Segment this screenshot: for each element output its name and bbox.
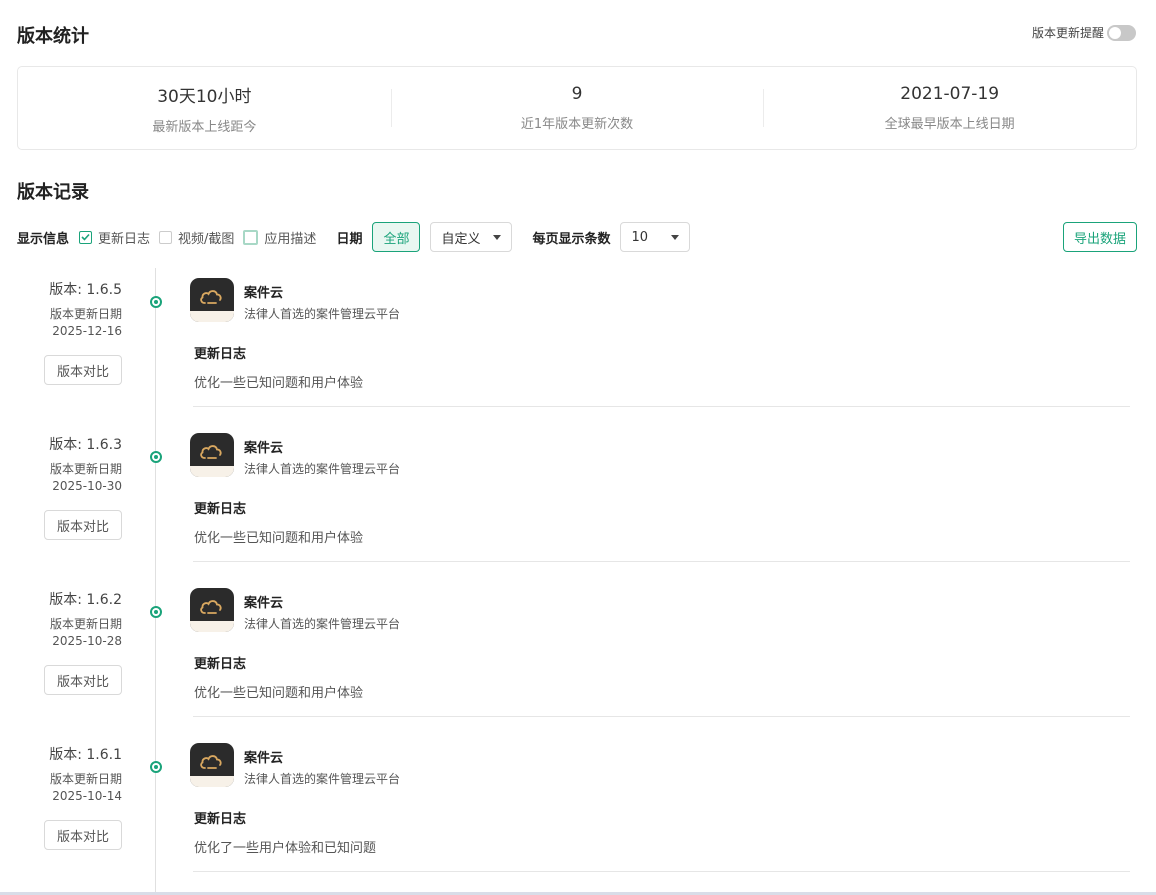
date-label: 日期 xyxy=(336,231,363,247)
stat-label: 近1年版本更新次数 xyxy=(520,117,634,132)
timeline-dot xyxy=(150,296,162,308)
caret-down-icon xyxy=(493,234,502,240)
app-icon-band xyxy=(190,621,234,632)
records-section-title: 版本记录 xyxy=(17,182,89,203)
changelog-text: 优化一些已知问题和用户体验 xyxy=(194,531,364,546)
stats-card: 30天10小时 最新版本上线距今 9 近1年版本更新次数 2021-07-19 … xyxy=(17,66,1137,150)
caret-down-icon xyxy=(671,234,680,240)
stat-label: 最新版本上线距今 xyxy=(152,119,257,135)
date-custom-value: 自定义 xyxy=(441,231,481,247)
stat-update-count: 9 近1年版本更新次数 xyxy=(390,67,764,149)
per-page-label: 每页显示条数 xyxy=(532,231,611,247)
date-custom-dropdown[interactable]: 自定义 xyxy=(430,222,513,252)
changelog-title: 更新日志 xyxy=(194,502,247,517)
version-date: 2025-10-30 xyxy=(52,479,122,493)
version-compare-button[interactable]: 版本对比 xyxy=(44,510,122,540)
version-date-label: 版本更新日期 xyxy=(49,772,122,786)
changelog-text: 优化了一些用户体验和已知问题 xyxy=(194,841,377,856)
app-icon xyxy=(190,433,234,477)
version-date: 2025-12-16 xyxy=(52,324,122,338)
app-name: 案件云 xyxy=(244,596,284,611)
timeline-dot xyxy=(150,606,162,618)
version-number: 版本: 1.6.1 xyxy=(49,747,122,763)
filter-bar: 显示信息 更新日志 视频/截图 应用描述 日期 全部 自定义 每页显示条数 10… xyxy=(17,222,1137,252)
checkbox-changelog[interactable]: 更新日志 xyxy=(79,228,150,247)
per-page-value: 10 xyxy=(631,229,649,245)
app-icon xyxy=(190,743,234,787)
cloud-icon xyxy=(200,290,222,304)
changelog-text: 优化一些已知问题和用户体验 xyxy=(194,376,364,391)
version-date-label: 版本更新日期 xyxy=(49,617,122,631)
checkbox-label: 更新日志 xyxy=(98,231,151,247)
update-reminder-label: 版本更新提醒 xyxy=(1031,26,1104,40)
app-name: 案件云 xyxy=(244,286,284,301)
app-subtitle: 法律人首选的案件管理云平台 xyxy=(244,772,401,786)
cloud-icon xyxy=(200,755,222,769)
version-date: 2025-10-28 xyxy=(52,634,122,648)
version-number: 版本: 1.6.2 xyxy=(49,592,122,608)
version-entry: 版本: 1.6.2 版本更新日期 2025-10-28 版本对比 案件云 法律人… xyxy=(0,578,1156,733)
app-icon xyxy=(190,588,234,632)
stat-latest-online: 30天10小时 最新版本上线距今 xyxy=(18,67,391,149)
app-subtitle: 法律人首选的案件管理云平台 xyxy=(244,462,401,476)
stat-label: 全球最早版本上线日期 xyxy=(884,117,1015,132)
checkbox-description[interactable]: 应用描述 xyxy=(243,228,316,247)
entry-divider xyxy=(193,716,1130,717)
date-all-button[interactable]: 全部 xyxy=(372,222,421,252)
version-date-label: 版本更新日期 xyxy=(49,462,122,476)
per-page-select[interactable]: 10 xyxy=(620,222,691,252)
changelog-title: 更新日志 xyxy=(194,812,247,827)
app-icon-band xyxy=(190,776,234,787)
version-number: 版本: 1.6.3 xyxy=(49,437,122,453)
app-icon-band xyxy=(190,311,234,322)
version-date: 2025-10-14 xyxy=(52,789,122,803)
cloud-icon xyxy=(200,445,222,459)
update-reminder-toggle[interactable] xyxy=(1107,24,1136,41)
checkbox-media[interactable]: 视频/截图 xyxy=(159,228,234,247)
stat-value: 2021-07-19 xyxy=(900,84,1000,104)
version-entry: 版本: 1.6.1 版本更新日期 2025-10-14 版本对比 案件云 法律人… xyxy=(0,733,1156,888)
version-compare-button[interactable]: 版本对比 xyxy=(44,355,122,385)
changelog-title: 更新日志 xyxy=(194,657,247,672)
timeline-dot xyxy=(150,761,162,773)
entry-divider xyxy=(193,561,1130,562)
display-info-label: 显示信息 xyxy=(17,231,70,247)
app-name: 案件云 xyxy=(244,751,284,766)
entry-divider xyxy=(193,406,1130,407)
version-number: 版本: 1.6.5 xyxy=(49,282,122,298)
timeline-dot xyxy=(150,451,162,463)
app-icon-band xyxy=(190,466,234,477)
checkbox-label: 应用描述 xyxy=(264,231,317,247)
cloud-icon xyxy=(200,600,222,614)
stat-value: 30天10小时 xyxy=(157,86,252,107)
stat-value: 9 xyxy=(571,84,583,104)
app-name: 案件云 xyxy=(244,441,284,456)
version-entry: 版本: 1.6.3 版本更新日期 2025-10-30 版本对比 案件云 法律人… xyxy=(0,423,1156,578)
changelog-text: 优化一些已知问题和用户体验 xyxy=(194,686,364,701)
app-subtitle: 法律人首选的案件管理云平台 xyxy=(244,307,401,321)
version-date-label: 版本更新日期 xyxy=(49,307,122,321)
app-subtitle: 法律人首选的案件管理云平台 xyxy=(244,617,401,631)
checkbox-checked-icon xyxy=(79,230,93,244)
stats-section-title: 版本统计 xyxy=(17,26,89,47)
entry-divider xyxy=(193,871,1130,872)
app-icon xyxy=(190,278,234,322)
toggle-knob xyxy=(1109,26,1121,39)
changelog-title: 更新日志 xyxy=(194,347,247,362)
checkbox-label: 视频/截图 xyxy=(178,231,235,247)
stat-earliest-date: 2021-07-19 全球最早版本上线日期 xyxy=(763,67,1136,149)
version-entry: 版本: 1.6.5 版本更新日期 2025-12-16 版本对比 案件云 法律人… xyxy=(0,268,1156,423)
checkbox-unchecked-icon xyxy=(159,230,173,244)
update-reminder: 版本更新提醒 xyxy=(1032,24,1136,41)
version-compare-button[interactable]: 版本对比 xyxy=(44,820,122,850)
checkbox-unchecked-icon xyxy=(243,229,259,245)
version-compare-button[interactable]: 版本对比 xyxy=(44,665,122,695)
export-data-button[interactable]: 导出数据 xyxy=(1062,222,1137,252)
